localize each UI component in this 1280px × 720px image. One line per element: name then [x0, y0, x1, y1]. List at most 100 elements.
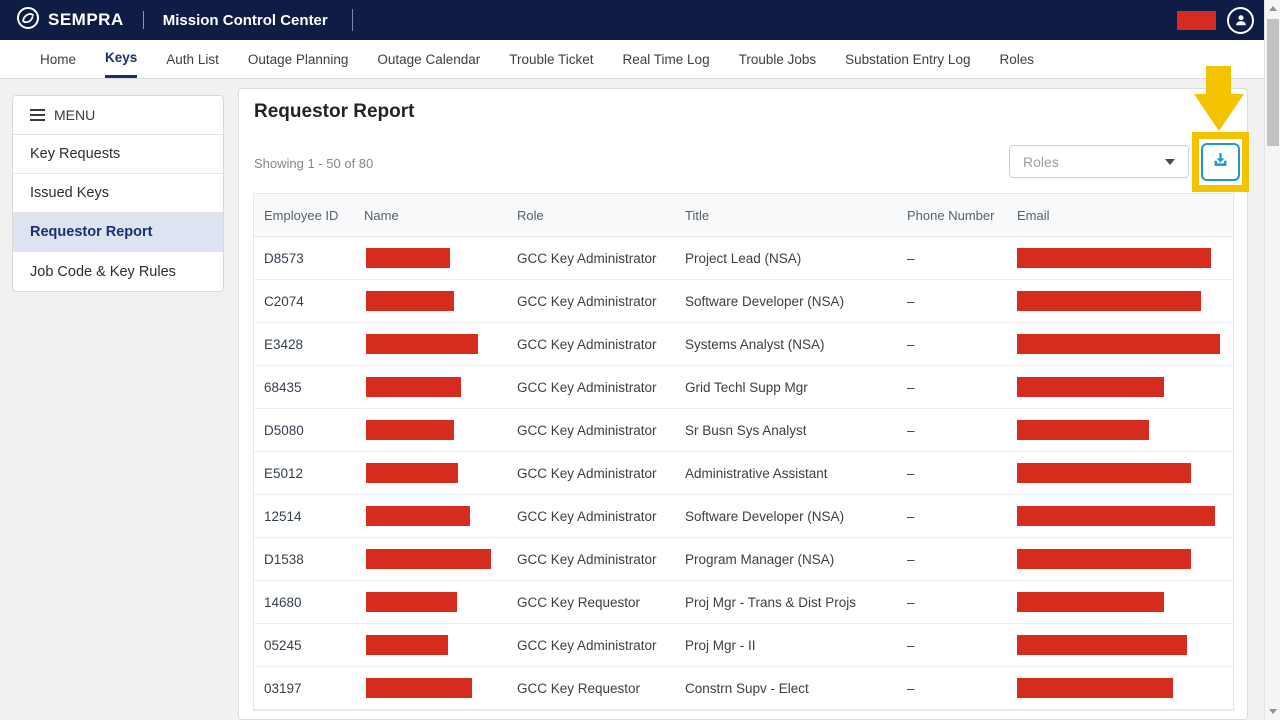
- main-content-card: Requestor Report Showing 1 - 50 of 80 Ro…: [238, 88, 1248, 720]
- column-header-phone-number: Phone Number: [907, 207, 995, 223]
- table-row: C2074 GCC Key Administrator Software Dev…: [254, 280, 1233, 323]
- download-report-button[interactable]: [1201, 143, 1240, 181]
- sidebar-items: Key Requests Issued Keys Requestor Report J…: [13, 135, 223, 291]
- menu-toggle[interactable]: MENU: [13, 96, 223, 135]
- column-header-role: Role: [517, 207, 544, 223]
- tab-trouble-ticket[interactable]: Trouble Ticket: [509, 40, 593, 78]
- table-row: 03197 GCC Key Requestor Constrn Supv - E…: [254, 667, 1233, 710]
- cell-role: GCC Key Administrator: [517, 250, 657, 266]
- scroll-down-arrow-icon[interactable]: [1269, 709, 1277, 714]
- cell-employee-id: C2074: [264, 293, 304, 309]
- table-row: 68435 GCC Key Administrator Grid Techl S…: [254, 366, 1233, 409]
- cell-role: GCC Key Administrator: [517, 422, 657, 438]
- cell-title: Software Developer (NSA): [685, 508, 845, 524]
- sidebar-item-requestor-report[interactable]: Requestor Report: [13, 213, 223, 252]
- redacted-username: [1177, 10, 1216, 30]
- cell-name-redacted: [354, 678, 507, 698]
- cell-role: GCC Key Administrator: [517, 465, 657, 481]
- table-row: E5012 GCC Key Administrator Administrati…: [254, 452, 1233, 495]
- sidebar-item-key-requests[interactable]: Key Requests: [13, 135, 223, 174]
- roles-placeholder: Roles: [1023, 153, 1059, 170]
- cell-employee-id: 14680: [264, 594, 302, 610]
- tab-trouble-jobs[interactable]: Trouble Jobs: [739, 40, 817, 78]
- cell-employee-id: 12514: [264, 508, 302, 524]
- scrollbar-thumb[interactable]: [1267, 19, 1279, 146]
- cell-role: GCC Key Administrator: [517, 293, 657, 309]
- name-redaction-box: [366, 463, 458, 483]
- cell-email-redacted: [1007, 420, 1233, 440]
- app-title: Mission Control Center: [162, 11, 328, 29]
- name-redaction-box: [366, 377, 461, 397]
- tab-keys[interactable]: Keys: [105, 40, 138, 78]
- cell-role: GCC Key Requestor: [517, 594, 641, 610]
- column-header-email: Email: [1017, 207, 1050, 223]
- nav-tabs: Home Keys Auth List Outage Planning Outage C…: [0, 40, 1264, 79]
- cell-title: Grid Techl Supp Mgr: [685, 379, 808, 395]
- cell-email-redacted: [1007, 463, 1233, 483]
- name-redaction-box: [366, 549, 491, 569]
- sidebar-item-issued-keys[interactable]: Issued Keys: [13, 174, 223, 213]
- name-redaction-box: [366, 592, 457, 612]
- header-divider-2: [351, 9, 353, 31]
- cell-employee-id: 03197: [264, 680, 302, 696]
- cell-email-redacted: [1007, 678, 1233, 698]
- chevron-down-icon: [1165, 158, 1175, 165]
- cell-role: GCC Key Requestor: [517, 680, 641, 696]
- cell-title: Proj Mgr - II: [685, 637, 756, 653]
- cell-title: Sr Busn Sys Analyst: [685, 422, 807, 438]
- cell-phone-number: –: [907, 293, 915, 309]
- tab-outage-planning[interactable]: Outage Planning: [248, 40, 349, 78]
- email-redaction-box: [1017, 248, 1211, 268]
- cell-phone-number: –: [907, 551, 915, 567]
- column-header-title: Title: [685, 207, 710, 223]
- showing-count: Showing 1 - 50 of 80: [254, 156, 374, 171]
- cell-phone-number: –: [907, 680, 915, 696]
- cell-title: Systems Analyst (NSA): [685, 336, 825, 352]
- cell-role: GCC Key Administrator: [517, 637, 657, 653]
- cell-phone-number: –: [907, 594, 915, 610]
- cell-phone-number: –: [907, 336, 915, 352]
- cell-email-redacted: [1007, 334, 1233, 354]
- tab-roles[interactable]: Roles: [999, 40, 1034, 78]
- cell-name-redacted: [354, 635, 507, 655]
- table-row: D5080 GCC Key Administrator Sr Busn Sys …: [254, 409, 1233, 452]
- cell-employee-id: E3428: [264, 336, 304, 352]
- table-row: 12514 GCC Key Administrator Software Dev…: [254, 495, 1233, 538]
- email-redaction-box: [1017, 420, 1149, 440]
- requestor-table: Employee ID Name Role Title Phone Number…: [253, 193, 1234, 711]
- user-avatar-icon[interactable]: [1227, 6, 1254, 34]
- brand-name: SEMPRA: [48, 10, 124, 29]
- table-row: 05245 GCC Key Administrator Proj Mgr - I…: [254, 624, 1233, 667]
- cell-name-redacted: [354, 420, 507, 440]
- tab-auth-list[interactable]: Auth List: [166, 40, 219, 78]
- tab-outage-calendar[interactable]: Outage Calendar: [377, 40, 480, 78]
- scroll-up-arrow-icon[interactable]: [1269, 6, 1277, 11]
- tab-home[interactable]: Home: [40, 40, 76, 78]
- vertical-scrollbar[interactable]: [1264, 0, 1280, 720]
- cell-title: Proj Mgr - Trans & Dist Projs: [685, 594, 857, 610]
- name-redaction-box: [366, 291, 454, 311]
- cell-role: GCC Key Administrator: [517, 336, 657, 352]
- email-redaction-box: [1017, 377, 1164, 397]
- tab-substation-entry-log[interactable]: Substation Entry Log: [845, 40, 970, 78]
- cell-email-redacted: [1007, 635, 1233, 655]
- cell-name-redacted: [354, 592, 507, 612]
- cell-email-redacted: [1007, 549, 1233, 569]
- cell-phone-number: –: [907, 637, 915, 653]
- roles-filter-dropdown[interactable]: Roles: [1009, 145, 1189, 178]
- name-redaction-box: [366, 420, 454, 440]
- cell-name-redacted: [354, 248, 507, 268]
- cell-employee-id: 05245: [264, 637, 302, 653]
- cell-email-redacted: [1007, 377, 1233, 397]
- tab-real-time-log[interactable]: Real Time Log: [623, 40, 710, 78]
- annotation-arrow-stem: [1206, 66, 1231, 95]
- sidebar-item-job-code-key-rules[interactable]: Job Code & Key Rules: [13, 252, 223, 291]
- cell-phone-number: –: [907, 379, 915, 395]
- email-redaction-box: [1017, 506, 1215, 526]
- cell-title: Project Lead (NSA): [685, 250, 802, 266]
- cell-phone-number: –: [907, 508, 915, 524]
- name-redaction-box: [366, 678, 472, 698]
- menu-label: MENU: [54, 107, 96, 123]
- cell-phone-number: –: [907, 250, 915, 266]
- cell-title: Program Manager (NSA): [685, 551, 835, 567]
